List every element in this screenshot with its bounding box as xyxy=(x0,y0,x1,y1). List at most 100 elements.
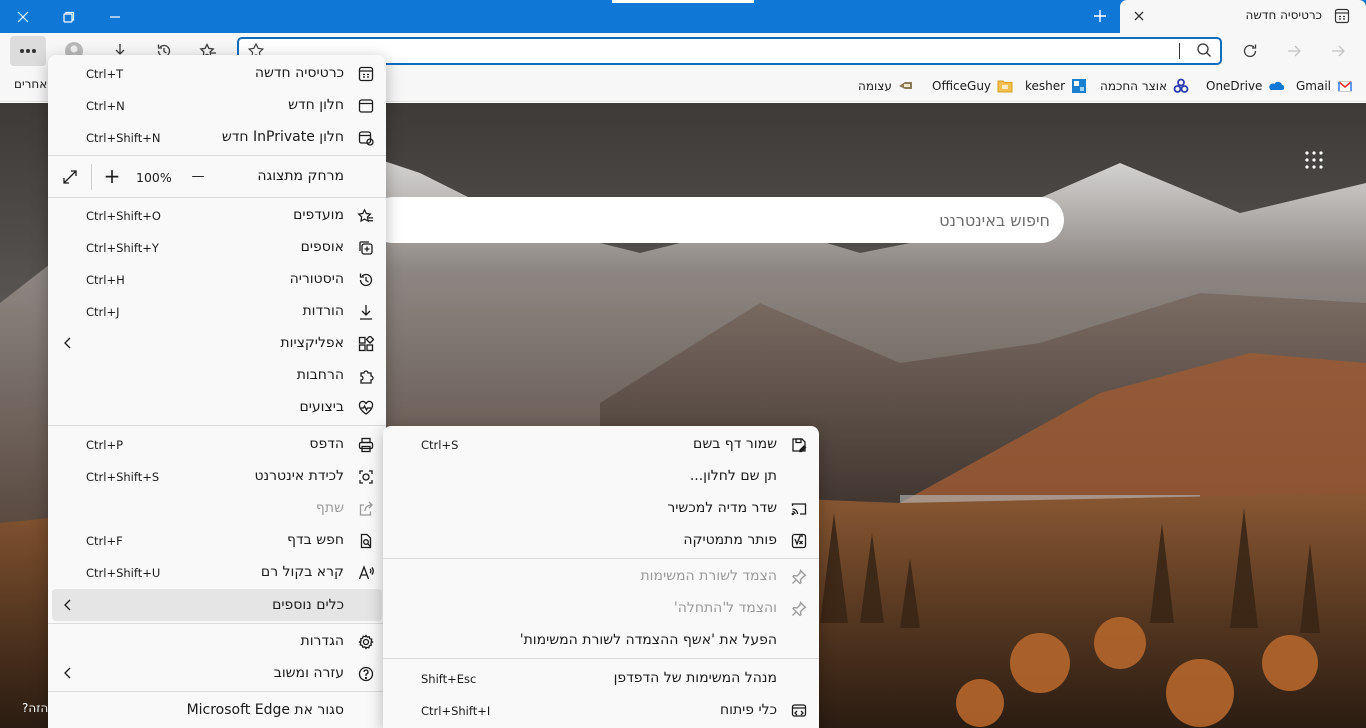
close-window-button[interactable] xyxy=(0,0,46,33)
favorite-otzar[interactable]: אוצר החכמה xyxy=(1100,77,1189,95)
favorite-gmail[interactable]: Gmail xyxy=(1296,77,1353,95)
menu-item-label: כלים נוספים xyxy=(272,597,344,613)
menu-item-label: חלון InPrivate חדש xyxy=(221,129,344,145)
other-favorites-link[interactable]: אחרים xyxy=(14,77,47,91)
favorite-label: אוצר החכמה xyxy=(1100,79,1168,93)
inprivate-icon xyxy=(357,129,374,146)
menu-item-label: סגור את Microsoft Edge xyxy=(186,702,344,718)
submenu-item-task-manager[interactable]: מנהל המשימות של הדפדפן Shift+Esc xyxy=(383,662,819,694)
submenu-item-save-as[interactable]: שמור דף בשם Ctrl+S xyxy=(383,428,819,460)
menu-item-extensions[interactable]: הרחבות xyxy=(48,359,386,391)
refresh-button[interactable] xyxy=(1232,36,1268,66)
more-icon xyxy=(20,49,36,53)
more-tools-submenu: שמור דף בשם Ctrl+S תן שם לחלון... שדר מד… xyxy=(383,426,819,728)
menu-item-shortcut: Ctrl+Shift+U xyxy=(86,566,161,580)
menu-item-label: הדפס xyxy=(309,436,344,452)
menu-item-favorites[interactable]: מועדפים Ctrl+Shift+O xyxy=(48,199,386,231)
tab-new-tab[interactable]: כרטיסיה חדשה xyxy=(1120,0,1366,33)
settings-and-more-button[interactable] xyxy=(10,36,46,66)
submenu-item-dev-tools[interactable]: כלי פיתוח Ctrl+Shift+I xyxy=(383,694,819,726)
menu-item-shortcut: Ctrl+H xyxy=(86,273,125,287)
menu-item-web-capture[interactable]: לכידת אינטרנט Ctrl+Shift+S xyxy=(48,460,386,492)
submenu-item-pin-taskbar[interactable]: הצמד לשורת המשימות xyxy=(383,560,819,592)
close-icon xyxy=(1134,11,1144,21)
fullscreen-icon xyxy=(63,170,77,184)
forward-button[interactable] xyxy=(1276,36,1312,66)
submenu-item-cast[interactable]: שדר מדיה למכשיר xyxy=(383,492,819,524)
zoom-out-button[interactable]: — xyxy=(188,166,208,186)
pin-icon xyxy=(790,568,807,585)
minimize-window-button[interactable] xyxy=(92,0,138,33)
search-icon[interactable] xyxy=(1196,42,1212,58)
apps-grid-icon[interactable] xyxy=(1302,148,1326,172)
menu-item-shortcut: Ctrl+F xyxy=(86,534,123,548)
favorite-petition[interactable]: עצומה xyxy=(858,77,914,95)
heart-pulse-icon xyxy=(357,399,374,416)
menu-item-label: ביצועים xyxy=(299,399,344,415)
new-tab-icon xyxy=(1334,8,1350,24)
menu-item-label: כרטיסיה חדשה xyxy=(254,65,344,81)
menu-item-new-window[interactable]: חלון חדש Ctrl+N xyxy=(48,89,386,121)
new-window-icon xyxy=(357,97,374,114)
menu-item-more-tools[interactable]: כלים נוספים xyxy=(52,589,382,621)
web-search-box[interactable]: חיפוש באינטרנט xyxy=(370,197,1064,243)
menu-item-label: שמור דף בשם xyxy=(693,436,777,452)
favorite-kesher[interactable]: kesher xyxy=(1025,77,1087,95)
menu-divider xyxy=(48,623,386,624)
onedrive-icon xyxy=(1268,78,1285,94)
apps-icon xyxy=(357,335,374,352)
menu-item-print[interactable]: הדפס Ctrl+P xyxy=(48,428,386,460)
fullscreen-button[interactable] xyxy=(60,167,80,187)
menu-divider xyxy=(383,558,819,559)
menu-item-performance[interactable]: ביצועים xyxy=(48,391,386,423)
menu-item-inprivate[interactable]: חלון InPrivate חדש Ctrl+Shift+N xyxy=(48,121,386,153)
menu-item-help[interactable]: עזרה ומשוב xyxy=(48,657,386,689)
menu-item-label: היסטוריה xyxy=(289,271,344,287)
address-input[interactable] xyxy=(269,41,1169,61)
submenu-item-pin-start[interactable]: והצמד ל'התחלה' xyxy=(383,592,819,624)
submenu-item-pin-wizard[interactable]: הפעל את 'אשף ההצמדה לשורת המשימות' xyxy=(383,624,819,656)
tab-close-button[interactable] xyxy=(1128,5,1150,27)
submenu-item-math-solver[interactable]: פותר מתמטיקה xyxy=(383,524,819,556)
menu-item-share[interactable]: שתף xyxy=(48,492,386,524)
arrow-right-icon xyxy=(1332,45,1345,57)
menu-item-settings[interactable]: הגדרות xyxy=(48,625,386,657)
menu-item-read-aloud[interactable]: קרא בקול רם Ctrl+Shift+U xyxy=(48,556,386,588)
menu-item-find[interactable]: חפש בדף Ctrl+F xyxy=(48,524,386,556)
menu-item-apps[interactable]: אפליקציות xyxy=(48,327,386,359)
pin-icon xyxy=(790,600,807,617)
favorite-label: OfficeGuy xyxy=(932,79,992,93)
menu-item-close-edge[interactable]: סגור את Microsoft Edge xyxy=(48,694,386,726)
petition-icon xyxy=(898,78,914,94)
menu-item-history[interactable]: היסטוריה Ctrl+H xyxy=(48,263,386,295)
menu-item-new-tab[interactable]: כרטיסיה חדשה Ctrl+T xyxy=(48,57,386,89)
menu-item-collections[interactable]: אוספים Ctrl+Shift+Y xyxy=(48,231,386,263)
menu-item-label: הורדות xyxy=(302,303,344,319)
new-tab-button[interactable] xyxy=(1086,3,1114,29)
restore-window-button[interactable] xyxy=(46,0,92,33)
menu-item-label: הפעל את 'אשף ההצמדה לשורת המשימות' xyxy=(519,632,777,648)
zoom-divider xyxy=(91,164,92,190)
arrow-right-icon xyxy=(1288,45,1301,57)
collections-icon xyxy=(357,239,374,256)
menu-item-shortcut: Ctrl+P xyxy=(86,438,124,452)
zoom-label: מרחק מתצוגה xyxy=(257,168,344,184)
menu-item-downloads[interactable]: הורדות Ctrl+J xyxy=(48,295,386,327)
menu-item-shortcut: Ctrl+Shift+S xyxy=(86,470,160,484)
favorite-officeguy[interactable]: OfficeGuy xyxy=(932,77,1013,95)
plus-icon: + xyxy=(103,164,121,188)
restore-icon xyxy=(63,11,75,23)
page-help-link[interactable]: ?הזה xyxy=(22,701,48,715)
back-button[interactable] xyxy=(1320,36,1356,66)
title-bar-indicator xyxy=(612,0,754,3)
favorite-onedrive[interactable]: OneDrive xyxy=(1206,77,1285,95)
zoom-in-button[interactable]: + xyxy=(102,166,122,186)
menu-item-shortcut: Shift+Esc xyxy=(421,672,477,686)
gmail-icon xyxy=(1337,78,1353,94)
zoom-control: מרחק מתצוגה — 100% + xyxy=(48,159,386,193)
menu-item-label: הרחבות xyxy=(296,367,344,383)
submenu-item-name-window[interactable]: תן שם לחלון... xyxy=(383,460,819,492)
chevron-left-icon xyxy=(64,337,71,349)
menu-item-label: מועדפים xyxy=(293,207,344,223)
favorite-label: kesher xyxy=(1025,79,1066,93)
